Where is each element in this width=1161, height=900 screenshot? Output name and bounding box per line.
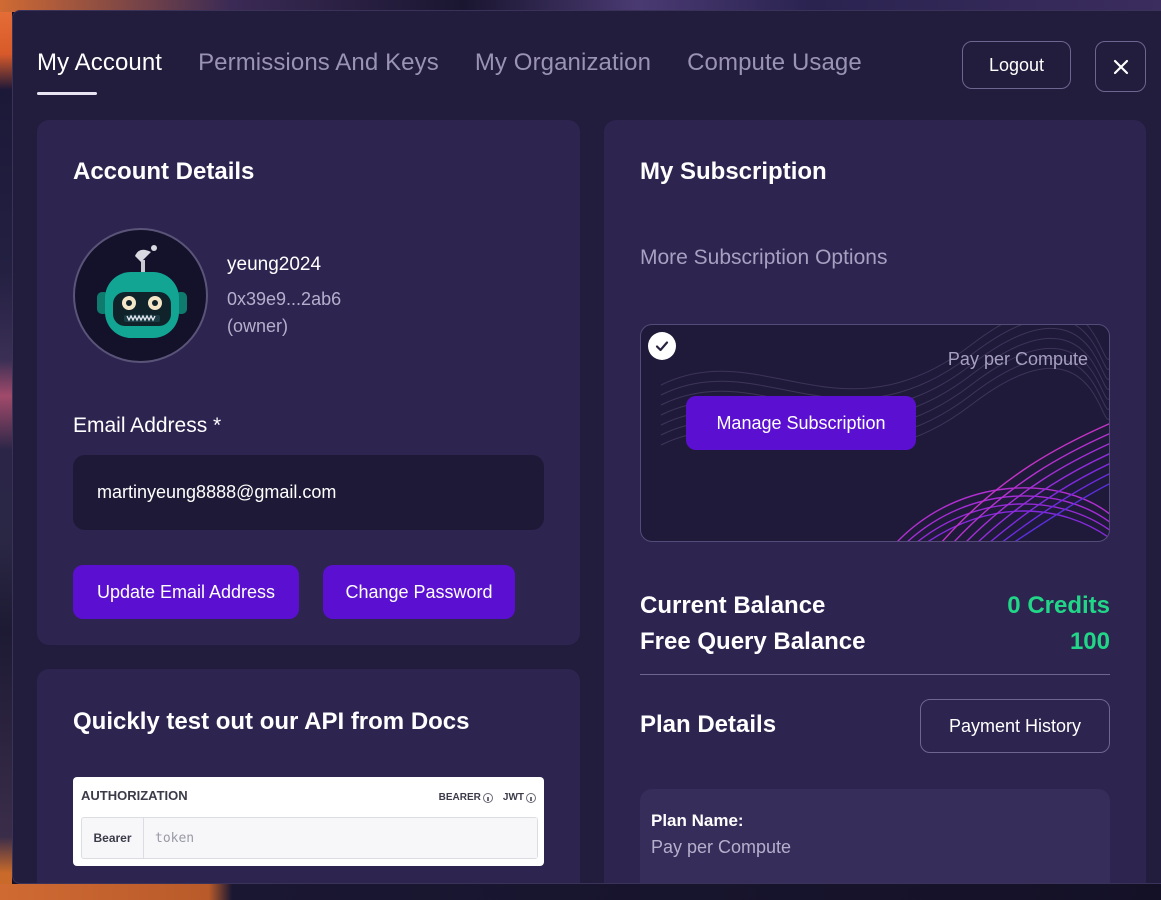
auth-tags: BEARER JWT bbox=[439, 792, 536, 803]
email-label: Email Address * bbox=[73, 414, 222, 437]
close-icon bbox=[1113, 59, 1128, 74]
api-test-title: Quickly test out our API from Docs bbox=[73, 708, 470, 735]
username: yeung2024 bbox=[227, 254, 322, 275]
bearer-tag-label: BEARER bbox=[438, 792, 481, 803]
tab-bar: My Account Permissions And Keys My Organ… bbox=[37, 49, 862, 95]
payment-history-button[interactable]: Payment History bbox=[920, 699, 1110, 753]
free-query-balance-label: Free Query Balance bbox=[640, 628, 866, 655]
bearer-tag: BEARER bbox=[439, 792, 493, 803]
account-details-card: Account Details yeung2024 0x39e9...2ab6 … bbox=[37, 120, 580, 645]
api-test-card: Quickly test out our API from Docs AUTHO… bbox=[37, 669, 580, 883]
plan-details-box: Plan Name: Pay per Compute bbox=[640, 789, 1110, 883]
plan-tile[interactable]: Pay per Compute Manage Subscription bbox=[640, 324, 1110, 542]
plan-tile-name: Pay per Compute bbox=[947, 349, 1088, 369]
backdrop-left-strip bbox=[0, 0, 12, 900]
jwt-tag-label: JWT bbox=[502, 792, 524, 803]
change-password-button[interactable]: Change Password bbox=[323, 565, 515, 619]
manage-subscription-button[interactable]: Manage Subscription bbox=[686, 396, 916, 450]
avatar bbox=[73, 228, 208, 363]
robot-avatar-icon bbox=[97, 245, 187, 338]
tab-my-organization[interactable]: My Organization bbox=[475, 49, 651, 77]
current-balance-label: Current Balance bbox=[640, 592, 826, 619]
auth-scheme-label: Bearer bbox=[82, 818, 144, 858]
plan-details-title: Plan Details bbox=[640, 711, 777, 738]
logout-button[interactable]: Logout bbox=[962, 41, 1071, 89]
subscription-title: My Subscription bbox=[640, 158, 827, 185]
current-balance-value: 0 Credits bbox=[1007, 592, 1110, 619]
backdrop-bottom-strip bbox=[0, 884, 1161, 900]
more-subscription-options[interactable]: More Subscription Options bbox=[640, 246, 887, 270]
account-role: (owner) bbox=[227, 316, 289, 336]
close-button[interactable] bbox=[1095, 41, 1146, 92]
plan-name-value: Pay per Compute bbox=[651, 837, 792, 857]
jwt-tag: JWT bbox=[503, 792, 536, 803]
info-icon bbox=[526, 792, 536, 803]
tab-compute-usage[interactable]: Compute Usage bbox=[687, 49, 862, 77]
auth-token-row: Bearer bbox=[81, 817, 538, 859]
subscription-card: My Subscription More Subscription Option… bbox=[604, 120, 1146, 883]
account-modal: My Account Permissions And Keys My Organ… bbox=[12, 10, 1161, 884]
free-query-balance-value: 100 bbox=[1069, 628, 1110, 655]
plan-name-label: Plan Name: bbox=[651, 811, 744, 830]
account-details-title: Account Details bbox=[73, 158, 255, 185]
tab-permissions-and-keys[interactable]: Permissions And Keys bbox=[198, 49, 439, 77]
info-icon bbox=[482, 792, 493, 803]
wallet-address: 0x39e9...2ab6 bbox=[227, 289, 342, 309]
update-email-button[interactable]: Update Email Address bbox=[73, 565, 299, 619]
token-input[interactable] bbox=[144, 818, 537, 858]
email-field[interactable] bbox=[73, 455, 544, 530]
tab-my-account[interactable]: My Account bbox=[37, 49, 162, 95]
divider bbox=[640, 674, 1110, 675]
authorization-panel: AUTHORIZATION BEARER JWT Bearer bbox=[73, 777, 544, 866]
selected-check-icon bbox=[648, 332, 676, 360]
authorization-title: AUTHORIZATION bbox=[81, 788, 188, 803]
